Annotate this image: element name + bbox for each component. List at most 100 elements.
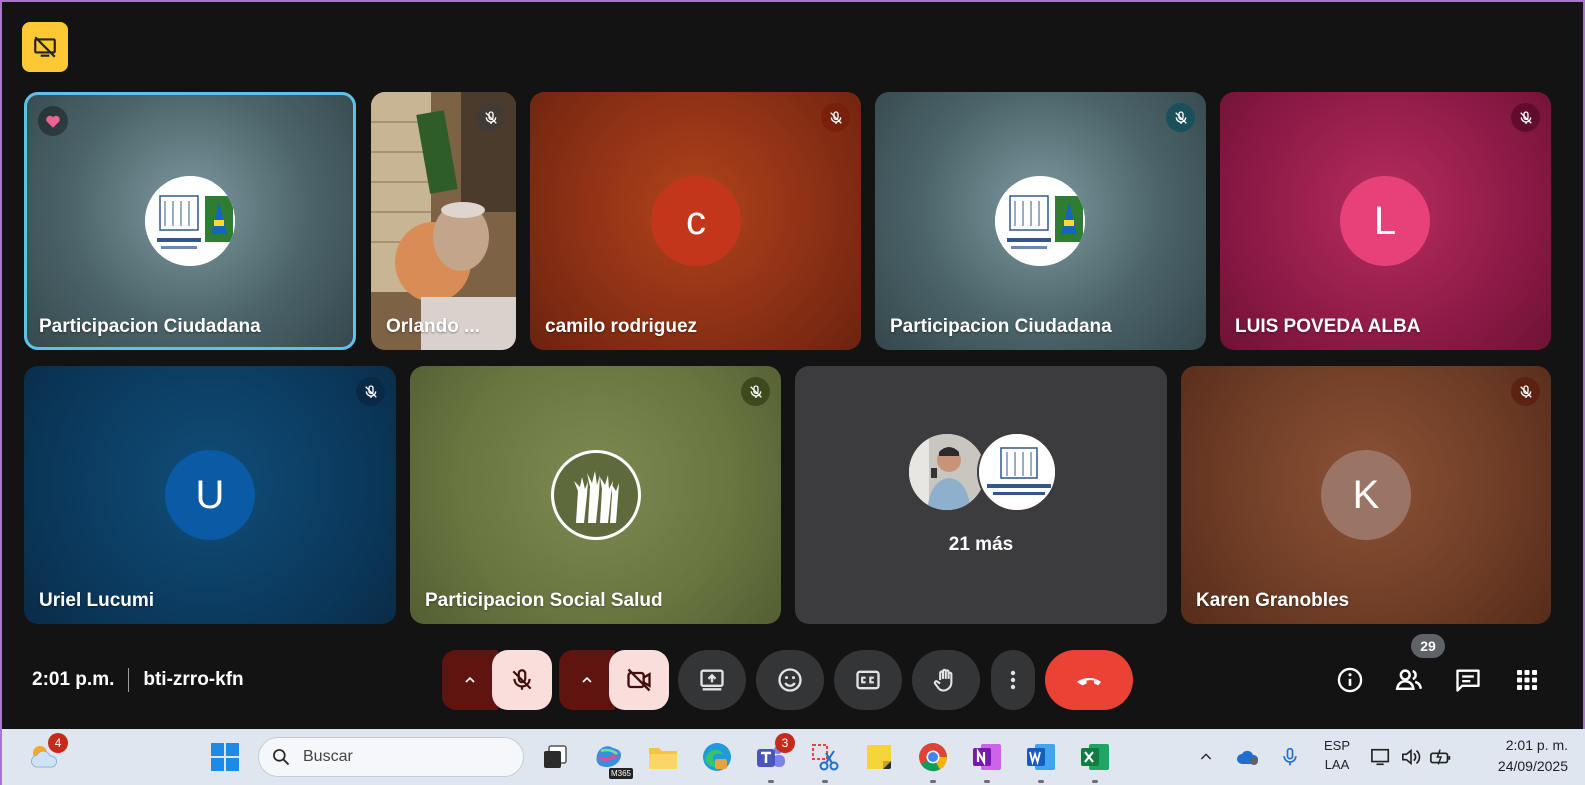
- speaker-icon: [1402, 748, 1421, 766]
- captions-button[interactable]: [834, 650, 902, 710]
- audio-settings-button[interactable]: [442, 650, 498, 710]
- leave-call-button[interactable]: [1045, 650, 1133, 710]
- camera-off-icon: [627, 668, 651, 692]
- participant-name: Karen Granobles: [1196, 590, 1350, 611]
- hospital-logo-avatar: [977, 432, 1057, 512]
- running-indicator: [822, 780, 828, 783]
- chevron-up-icon: [465, 676, 475, 683]
- divider: [128, 668, 130, 692]
- mic-off-icon: [512, 669, 532, 690]
- task-view-icon: [544, 745, 567, 768]
- onenote-icon: [973, 744, 1001, 770]
- mic-off-indicator: [1166, 103, 1195, 132]
- chrome-app[interactable]: [915, 739, 951, 783]
- participant-photo-avatar: [907, 432, 987, 512]
- chat-icon: [1456, 669, 1480, 692]
- excel-icon: [1081, 744, 1109, 770]
- weather-widget[interactable]: 4: [26, 733, 68, 775]
- mic-control-group: [442, 650, 552, 710]
- taskbar-search-box[interactable]: Buscar: [258, 737, 524, 777]
- raise-hand-button[interactable]: [912, 650, 980, 710]
- participant-tile[interactable]: K Karen Granobles: [1181, 366, 1551, 624]
- participant-name: LUIS POVEDA ALBA: [1235, 316, 1421, 337]
- snipping-tool-app[interactable]: [807, 739, 843, 783]
- notification-badge: 3: [775, 733, 795, 753]
- participant-name: Orlando ...: [386, 316, 480, 337]
- volume-tray[interactable]: [1398, 739, 1424, 775]
- more-participants-tile[interactable]: 21 más: [795, 366, 1167, 624]
- mic-off-icon: [829, 110, 842, 124]
- running-indicator: [984, 780, 990, 783]
- meeting-code[interactable]: bti-zrro-kfn: [143, 669, 243, 691]
- hospital-logo-avatar: [995, 176, 1085, 266]
- activities-button[interactable]: [1505, 650, 1549, 710]
- heart-reaction-icon: [38, 106, 68, 136]
- battery-icon: [1430, 749, 1451, 765]
- mic-off-indicator: [1511, 103, 1540, 132]
- input-language[interactable]: ESP LAA: [1318, 736, 1356, 774]
- more-options-button[interactable]: [991, 650, 1035, 710]
- task-view-button[interactable]: [537, 739, 573, 775]
- cloud-icon: [1237, 750, 1259, 765]
- participant-tile[interactable]: Participacion Ciudadana: [875, 92, 1206, 350]
- system-clock[interactable]: 2:01 p. m. 24/09/2025: [1464, 735, 1568, 777]
- present-icon: [700, 669, 724, 691]
- chevron-up-icon: [582, 676, 592, 683]
- chevron-up-icon: [1200, 753, 1212, 760]
- meeting-details-button[interactable]: [1328, 650, 1372, 710]
- word-app[interactable]: [1023, 739, 1059, 783]
- onenote-app[interactable]: [969, 739, 1005, 783]
- meeting-time: 2:01 p.m.: [32, 669, 115, 690]
- sticky-notes-app[interactable]: [861, 739, 897, 775]
- network-tray[interactable]: [1368, 739, 1394, 775]
- participant-tile[interactable]: c camilo rodriguez: [530, 92, 861, 350]
- participant-tile-video[interactable]: Orlando ...: [371, 92, 516, 350]
- m365-app[interactable]: M365: [591, 739, 633, 779]
- video-settings-button[interactable]: [559, 650, 615, 710]
- participant-name: Participacion Ciudadana: [39, 316, 261, 337]
- present-screen-button[interactable]: [678, 650, 746, 710]
- battery-tray[interactable]: [1428, 739, 1454, 775]
- file-explorer-app[interactable]: [645, 739, 681, 775]
- apps-grid-icon: [1517, 670, 1537, 690]
- language-code: ESP: [1323, 738, 1350, 753]
- more-vert-icon: [1010, 670, 1016, 690]
- participant-tile[interactable]: Participacion Ciudadana: [24, 92, 356, 350]
- windows-logo-icon: [211, 743, 239, 771]
- chat-button[interactable]: [1446, 650, 1490, 710]
- mic-off-indicator: [741, 377, 770, 406]
- meet-window: Participacion Ciudadana Orlando ... c ca…: [0, 0, 1585, 785]
- camera-control-group: [559, 650, 669, 710]
- running-indicator: [768, 780, 774, 783]
- mic-off-icon: [364, 384, 377, 398]
- mic-off-indicator: [821, 103, 850, 132]
- folder-icon: [649, 748, 677, 769]
- more-count-label: 21 más: [948, 534, 1014, 555]
- participant-tile[interactable]: L LUIS POVEDA ALBA: [1220, 92, 1551, 350]
- participant-count-badge: 29: [1411, 634, 1445, 658]
- onedrive-tray[interactable]: [1234, 739, 1262, 775]
- mic-toggle-button[interactable]: [492, 650, 552, 710]
- avatar: c: [651, 176, 741, 266]
- camera-toggle-button[interactable]: [609, 650, 669, 710]
- avatar: L: [1340, 176, 1430, 266]
- avatar: U: [165, 450, 255, 540]
- edge-app[interactable]: [699, 739, 735, 775]
- clock-date: 24/09/2025: [1497, 758, 1568, 774]
- participant-tile[interactable]: U Uriel Lucumi: [24, 366, 396, 624]
- microphone-tray[interactable]: [1276, 739, 1304, 775]
- people-button[interactable]: [1387, 650, 1431, 710]
- participant-tile[interactable]: Participacion Social Salud: [410, 366, 781, 624]
- hospital-logo-avatar: [145, 176, 235, 266]
- participant-name: Participacion Social Salud: [425, 590, 663, 611]
- start-button[interactable]: [207, 739, 243, 775]
- excel-app[interactable]: [1077, 739, 1113, 783]
- teams-app[interactable]: 3: [753, 733, 795, 783]
- mic-off-indicator: [356, 377, 385, 406]
- show-hidden-icons-button[interactable]: [1194, 739, 1218, 775]
- reactions-button[interactable]: [756, 650, 824, 710]
- search-icon: [273, 749, 290, 766]
- spotlight-off-badge[interactable]: [22, 22, 68, 72]
- mic-off-icon: [1174, 110, 1187, 124]
- clock-time: 2:01 p. m.: [1505, 737, 1568, 753]
